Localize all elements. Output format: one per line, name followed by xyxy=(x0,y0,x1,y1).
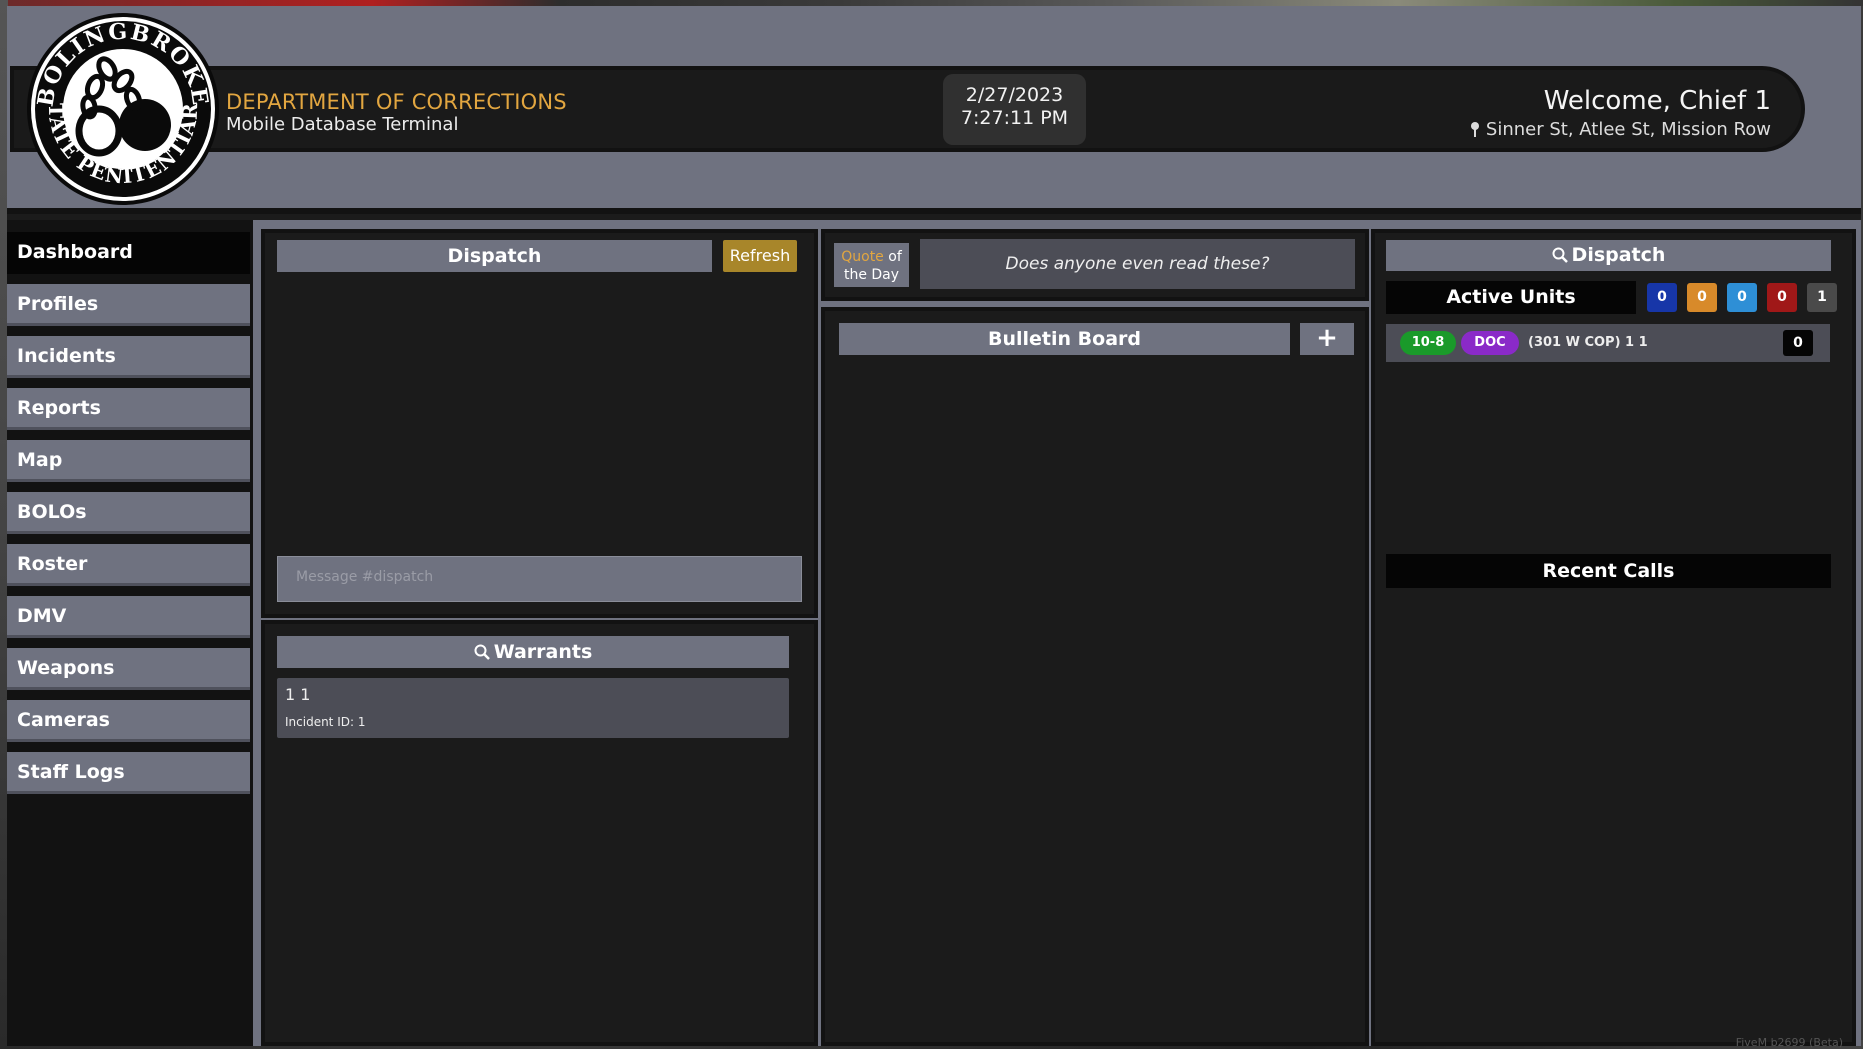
refresh-button[interactable]: Refresh xyxy=(723,240,797,272)
dispatch-units-title-text: Dispatch xyxy=(1571,244,1666,266)
unit-row[interactable]: 10-8 DOC (301 W COP) 1 1 0 xyxy=(1386,324,1830,362)
clock-date: 2/27/2023 xyxy=(965,84,1064,106)
location-line: Sinner St, Atlee St, Mission Row xyxy=(1470,119,1771,141)
unit-name: (301 W COP) 1 1 xyxy=(1528,335,1648,350)
unit-call-count: 0 xyxy=(1783,330,1813,356)
unit-department-pill: DOC xyxy=(1461,331,1519,355)
clock-time: 7:27:11 PM xyxy=(960,107,1069,129)
sidebar-item-profiles[interactable]: Profiles xyxy=(7,284,250,326)
sidebar-item-staff-logs[interactable]: Staff Logs xyxy=(7,752,250,794)
unit-count-badge-orange: 0 xyxy=(1687,283,1717,312)
sidebar-item-bolos[interactable]: BOLOs xyxy=(7,492,250,534)
warrants-title: Warrants xyxy=(277,636,789,668)
sidebar-item-cameras[interactable]: Cameras xyxy=(7,700,250,742)
bulletin-panel: Bulletin Board + xyxy=(821,307,1369,1046)
fivem-watermark: FiveM b2699 (Beta) xyxy=(1735,1036,1843,1049)
sidebar-item-map[interactable]: Map xyxy=(7,440,250,482)
warrant-item[interactable]: 1 1 Incident ID: 1 xyxy=(277,678,789,738)
unit-count-badge-red: 0 xyxy=(1767,283,1797,312)
sidebar-item-reports[interactable]: Reports xyxy=(7,388,250,430)
terminal-subtitle: Mobile Database Terminal xyxy=(226,114,459,135)
sidebar: Dashboard Profiles Incidents Reports Map… xyxy=(7,220,253,1046)
search-icon xyxy=(474,644,490,660)
add-bulletin-button[interactable]: + xyxy=(1300,323,1354,355)
warrants-title-text: Warrants xyxy=(493,641,593,663)
bulletin-title: Bulletin Board xyxy=(839,323,1290,355)
warrant-incident-id: Incident ID: 1 xyxy=(285,715,366,729)
dispatch-chat-title: Dispatch xyxy=(277,240,712,272)
dispatch-message-input[interactable]: Message #dispatch xyxy=(277,556,802,602)
department-title: DEPARTMENT OF CORRECTIONS xyxy=(226,90,567,114)
quote-label-word: Quote xyxy=(841,249,884,265)
unit-count-badge-blue: 0 xyxy=(1647,283,1677,312)
sidebar-item-roster[interactable]: Roster xyxy=(7,544,250,586)
sidebar-item-dmv[interactable]: DMV xyxy=(7,596,250,638)
unit-count-badge-grey: 1 xyxy=(1807,283,1837,312)
location-text: Sinner St, Atlee St, Mission Row xyxy=(1485,119,1771,140)
dispatch-units-panel: Dispatch Active Units 0 0 0 0 1 10-8 DOC… xyxy=(1371,229,1856,1046)
user-info: Welcome, Chief 1 Sinner St, Atlee St, Mi… xyxy=(1470,86,1771,141)
quote-label: Quote of the Day xyxy=(834,243,909,287)
department-logo-icon: BOLINGBROKE STATE PENITENTIARY xyxy=(25,11,219,205)
quote-text: Does anyone even read these? xyxy=(920,239,1355,289)
quote-label-of: of xyxy=(888,249,902,265)
clock: 2/27/2023 7:27:11 PM xyxy=(943,74,1086,145)
quote-panel: Quote of the Day Does anyone even read t… xyxy=(821,229,1369,301)
active-units-header: Active Units xyxy=(1386,281,1636,314)
unit-status-pill: 10-8 xyxy=(1400,331,1456,355)
sidebar-item-incidents[interactable]: Incidents xyxy=(7,336,250,378)
sidebar-item-weapons[interactable]: Weapons xyxy=(7,648,250,690)
recent-calls-header: Recent Calls xyxy=(1386,554,1831,588)
header: BOLINGBROKE STATE PENITENTIARY DEPARTMEN… xyxy=(7,6,1861,214)
dispatch-chat-panel: Dispatch Refresh Message #dispatch xyxy=(261,229,818,618)
search-icon xyxy=(1552,247,1568,263)
dispatch-units-title: Dispatch xyxy=(1386,240,1831,271)
active-units-label: Active Units xyxy=(1446,286,1576,308)
map-pin-icon xyxy=(1470,122,1479,137)
warrants-panel: Warrants 1 1 Incident ID: 1 xyxy=(261,620,818,1046)
welcome-text: Welcome, Chief 1 xyxy=(1543,86,1771,116)
quote-label-day: the Day xyxy=(843,267,900,283)
sidebar-item-dashboard[interactable]: Dashboard xyxy=(7,232,250,274)
unit-count-badge-lightblue: 0 xyxy=(1727,283,1757,312)
warrant-name: 1 1 xyxy=(285,685,311,704)
mdt-window: BOLINGBROKE STATE PENITENTIARY DEPARTMEN… xyxy=(7,6,1861,1046)
